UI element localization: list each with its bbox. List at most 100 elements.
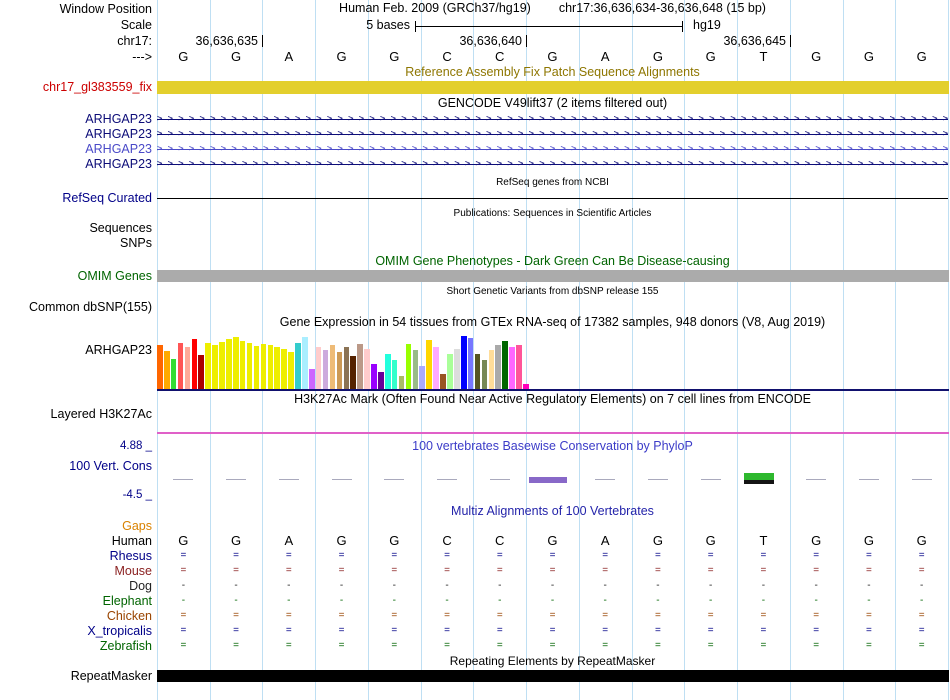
gencode-transcript-label[interactable]: ARHGAP23	[0, 142, 152, 156]
phylop-baseline-tick	[489, 479, 510, 480]
multiz-gaps-label[interactable]: Gaps	[0, 519, 152, 533]
publications-subtrack-label[interactable]: Sequences	[0, 221, 152, 235]
alignment-gap-mark: =	[918, 610, 925, 621]
omim-genes-label[interactable]: OMIM Genes	[0, 269, 152, 283]
gtex-tissue-bar[interactable]	[516, 345, 522, 389]
repeatmasker-track-title: Repeating Elements by RepeatMasker	[449, 654, 656, 668]
conservation-track-label[interactable]: 100 Vert. Cons	[0, 459, 152, 473]
gtex-tissue-bar[interactable]	[371, 364, 377, 389]
alignment-base: A	[284, 533, 294, 548]
gtex-tissue-bar[interactable]	[405, 344, 412, 389]
gtex-tissue-bar[interactable]	[336, 352, 343, 389]
gtex-tissue-bar[interactable]	[170, 359, 177, 389]
multiz-species-label[interactable]: Dog	[0, 579, 152, 593]
gtex-tissue-bar[interactable]	[509, 347, 515, 389]
gtex-tissue-bar[interactable]	[440, 374, 446, 389]
gencode-transcript[interactable]: >>>>>>>>>>>>>>>>>>>>>>>>>>>>>>>>>>>>>>>>…	[157, 157, 948, 171]
gtex-tissue-bar[interactable]	[157, 345, 163, 389]
h3k27ac-label[interactable]: Layered H3K27Ac	[0, 407, 152, 421]
dbsnp-label[interactable]: Common dbSNP(155)	[0, 300, 152, 314]
gtex-tissue-bar[interactable]	[502, 341, 508, 389]
gtex-tissue-bar[interactable]	[433, 347, 439, 389]
gtex-tissue-bar[interactable]	[315, 347, 322, 389]
gtex-tissue-bar[interactable]	[378, 372, 384, 389]
multiz-species-label[interactable]: Human	[0, 534, 152, 548]
transcript-direction-arrows: >>>>>>>>>>>>>>>>>>>>>>>>>>>>>>>>>>>>>>>>…	[157, 144, 948, 154]
gtex-tissue-bar[interactable]	[481, 360, 488, 389]
multiz-species-label[interactable]: Mouse	[0, 564, 152, 578]
repeatmasker-label[interactable]: RepeatMasker	[0, 669, 152, 683]
gtex-tissue-bar[interactable]	[391, 360, 398, 389]
gtex-tissue-bar[interactable]	[232, 337, 239, 389]
gtex-tissue-bar[interactable]	[426, 340, 432, 389]
omim-genes-bar[interactable]	[157, 270, 949, 282]
multiz-species-label[interactable]: Zebrafish	[0, 639, 152, 653]
gencode-transcript-label[interactable]: ARHGAP23	[0, 127, 152, 141]
fix-patch-item-label[interactable]: chr17_gl383559_fix	[0, 80, 152, 94]
gtex-tissue-bar[interactable]	[322, 350, 329, 389]
gtex-tissue-bar[interactable]	[219, 342, 225, 389]
gtex-tissue-bar[interactable]	[343, 347, 350, 389]
alignment-gap-mark: =	[549, 610, 556, 621]
alignment-gap-mark: =	[338, 625, 345, 636]
refseq-curated-line[interactable]	[157, 198, 948, 199]
alignment-gap-mark: =	[496, 565, 503, 576]
gtex-tissue-bar[interactable]	[191, 339, 198, 389]
gtex-tissue-bar[interactable]	[488, 350, 495, 389]
publications-subtrack-label[interactable]: SNPs	[0, 236, 152, 250]
gtex-tissue-bar[interactable]	[253, 346, 260, 389]
multiz-species-label[interactable]: X_tropicalis	[0, 624, 152, 638]
alignment-gap-mark: =	[444, 640, 450, 651]
fix-patch-bar[interactable]	[157, 81, 949, 94]
gencode-transcript-label[interactable]: ARHGAP23	[0, 112, 152, 126]
gtex-tissue-bar[interactable]	[281, 349, 287, 389]
genome-browser-image: Window Position Scale chr17: ---> Human Feb.…	[0, 0, 950, 700]
gtex-tissue-bar[interactable]	[460, 336, 467, 389]
gtex-tissue-bar[interactable]	[226, 339, 232, 389]
gtex-tissue-bar[interactable]	[474, 354, 481, 389]
gtex-tissue-bar[interactable]	[267, 345, 274, 389]
gtex-tissue-bar[interactable]	[412, 350, 419, 389]
gtex-tissue-bar[interactable]	[454, 349, 460, 389]
gtex-tissue-bar[interactable]	[163, 351, 170, 389]
gtex-tissue-bar[interactable]	[198, 355, 205, 389]
gtex-tissue-bar[interactable]	[205, 343, 211, 389]
gencode-transcript-label[interactable]: ARHGAP23	[0, 157, 152, 171]
multiz-species-label[interactable]: Elephant	[0, 594, 152, 608]
gtex-tissue-bar[interactable]	[467, 338, 474, 389]
gtex-tissue-bar[interactable]	[308, 369, 315, 389]
alignment-gap-mark: =	[233, 625, 239, 636]
gencode-transcript[interactable]: >>>>>>>>>>>>>>>>>>>>>>>>>>>>>>>>>>>>>>>>…	[157, 127, 948, 141]
gtex-tissue-bar[interactable]	[495, 345, 502, 389]
gtex-tissue-bar[interactable]	[295, 343, 301, 389]
gtex-tissue-bar[interactable]	[212, 345, 218, 389]
gtex-tissue-bar[interactable]	[384, 354, 391, 389]
gtex-tissue-bar[interactable]	[288, 352, 294, 389]
chrom-label: chr17:	[117, 34, 152, 48]
gtex-tissue-bar[interactable]	[246, 343, 253, 389]
gtex-tissue-bar[interactable]	[274, 347, 281, 389]
gtex-tissue-bar[interactable]	[329, 345, 336, 389]
gencode-transcript[interactable]: >>>>>>>>>>>>>>>>>>>>>>>>>>>>>>>>>>>>>>>>…	[157, 142, 948, 156]
alignment-gap-mark: =	[707, 625, 714, 636]
gtex-tissue-bar[interactable]	[447, 354, 453, 389]
gtex-gene-label[interactable]: ARHGAP23	[0, 343, 152, 357]
gtex-tissue-bar[interactable]	[239, 341, 246, 389]
repeatmasker-bar[interactable]	[157, 670, 949, 682]
gtex-tissue-bar[interactable]	[302, 337, 308, 389]
multiz-species-label[interactable]: Rhesus	[0, 549, 152, 563]
gtex-tissue-bar[interactable]	[357, 344, 363, 389]
alignment-gap-mark: =	[338, 565, 345, 576]
scale-bar-line	[416, 26, 682, 27]
gtex-tissue-bar[interactable]	[419, 366, 426, 389]
gtex-tissue-bar[interactable]	[260, 344, 267, 389]
multiz-species-label[interactable]: Chicken	[0, 609, 152, 623]
phylop-baseline-tick	[226, 479, 247, 480]
refseq-curated-label[interactable]: RefSeq Curated	[0, 191, 152, 205]
gtex-tissue-bar[interactable]	[184, 347, 191, 389]
gencode-transcript[interactable]: >>>>>>>>>>>>>>>>>>>>>>>>>>>>>>>>>>>>>>>>…	[157, 112, 948, 126]
gtex-tissue-bar[interactable]	[364, 349, 370, 389]
gtex-tissue-bar[interactable]	[177, 343, 184, 389]
gtex-tissue-bar[interactable]	[398, 376, 405, 389]
gtex-tissue-bar[interactable]	[350, 356, 356, 389]
